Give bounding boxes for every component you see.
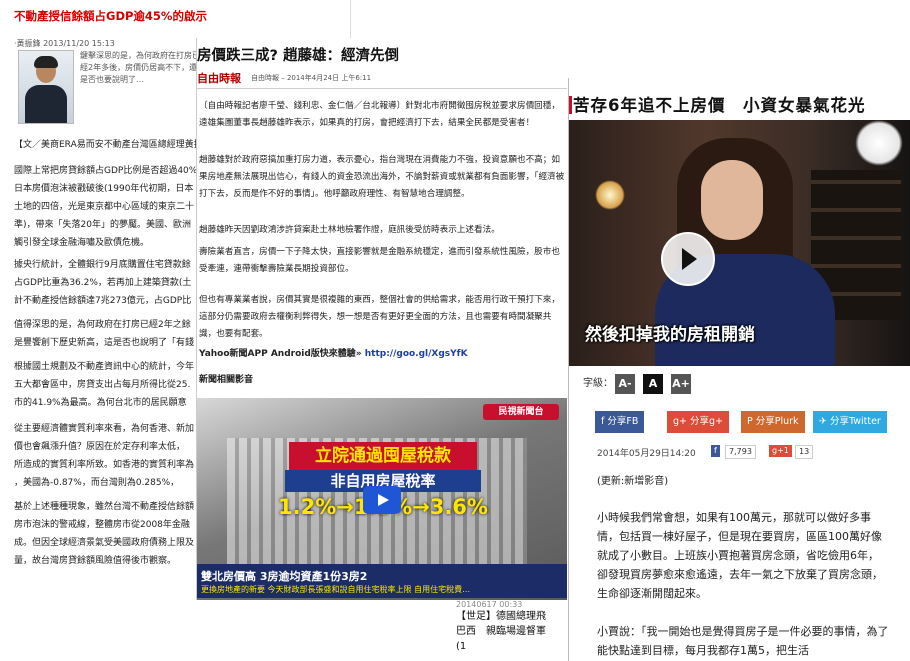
- person-face: [701, 160, 763, 240]
- gplus-icon: g+: [673, 416, 691, 427]
- left-article-meta: ·黃振鋒 2013/11/20 15:13: [14, 39, 115, 48]
- share-gplus-button[interactable]: g+ 分享g+: [667, 411, 730, 433]
- author-photo: [18, 50, 74, 124]
- font-larger-button[interactable]: A+: [671, 374, 691, 394]
- related-videos-heading: 新聞相關影音: [199, 375, 254, 385]
- fb-count-icon[interactable]: f: [711, 445, 720, 457]
- mid-article-paragraph: 〔自由時報記者廖千瑩、錢利忠、金仁偕／台北報導〕針對北市府開徵囤房稅並要求房價回…: [199, 101, 560, 128]
- source-logo: 自由時報: [197, 72, 241, 85]
- yahoo-promo-link[interactable]: http://goo.gl/XgsYfK: [365, 349, 468, 359]
- left-article-bottom: 20140617 00:33 【世足】德國總理飛 巴西 親臨場邊督軍 (1: [456, 600, 576, 661]
- ticker-headline: 雙北房價高 3房逾均資產1份3房2: [201, 570, 368, 583]
- mid-article-paragraph: 趙藤雄對於政府惡搞加重打房力道，表示憂心，指台灣現在消費能力不強，投資意願也不高…: [199, 155, 565, 199]
- right-article-panel: 苦存6年追不上房價 小資女暴氣花光 然後扣掉我的房租開銷 字級： A- A A+…: [568, 78, 910, 661]
- channel-logo: 民視新聞台: [483, 404, 559, 420]
- video-ticker: 雙北房價高 3房逾均資產1份3房2 更換房地產的新要 今天財政部長張盛和說自用住…: [197, 564, 567, 598]
- fb-count: 7,793: [725, 445, 756, 459]
- bottom-news-line3: (1: [456, 641, 467, 652]
- source-date: 自由時報 – 2014年4月24日 上午6:11: [251, 74, 372, 82]
- mid-article-headline: 房價跌三成? 趙藤雄：經濟先倒: [197, 48, 399, 64]
- font-size-label: 字級：: [583, 378, 613, 389]
- right-article-headline: 苦存6年追不上房價 小資女暴氣花光: [573, 96, 866, 115]
- right-article-paragraph: 小時候我們常會想，如果有100萬元，那就可以做好多事情，包括買一棟好屋子，但是現…: [597, 511, 883, 600]
- bottom-news-line1[interactable]: 【世足】德國總理飛: [456, 609, 576, 624]
- video-subtitle: 然後扣掉我的房租開銷: [585, 325, 755, 345]
- twitter-icon: ✈: [819, 416, 830, 427]
- font-normal-button[interactable]: A: [643, 374, 663, 394]
- divider: [197, 88, 567, 89]
- share-fb-button[interactable]: f 分享FB: [595, 411, 645, 433]
- font-smaller-button[interactable]: A-: [615, 374, 635, 394]
- lamp-decoration: [595, 180, 625, 210]
- yahoo-promo-label: Yahoo新聞APP Android版快來體驗»: [199, 349, 362, 359]
- video-caption-title: 立院通過囤屋稅款: [289, 442, 477, 470]
- mid-article-panel: 房價跌三成? 趙藤雄：經濟先倒 自由時報 自由時報 – 2014年4月24日 上…: [196, 38, 569, 600]
- mid-article-paragraph: 趙藤雄昨天因劉政鴻涉許貸案赴土林地檢署作證，庭訊後受訪時表示上述看法。: [199, 225, 500, 235]
- gplus-count-icon[interactable]: g+1: [769, 445, 792, 457]
- headline-accent: [569, 96, 572, 114]
- mid-article-paragraph: 壽險業者直言，房價一下子降太快，直接影響就是金融系統穩定，進而引發系統性風險，股…: [199, 247, 560, 274]
- flower-decoration: [855, 120, 903, 166]
- news-video[interactable]: 民視新聞台 立院通過囤屋稅款 非自用房屋稅率 1.2%→1.5%→3.6% 雙北…: [197, 398, 567, 600]
- mid-article-paragraph: 但也有專業業者說，房價其實是很複雜的東西，整個社會的供給需求，能否用行政干預打下…: [199, 295, 560, 339]
- left-article-intro: 鍵擊深思的是，為何政府在打房已經2年多後，房價仍居高不下，還是否也要說明了…: [80, 51, 200, 84]
- play-icon[interactable]: [363, 486, 401, 514]
- ticker-text: 更換房地產的新要 今天財政部長張盛和說自用住宅稅率上限 自用住宅稅費…: [201, 585, 471, 594]
- interview-video[interactable]: 然後扣掉我的房租開銷: [569, 120, 910, 366]
- share-twitter-button[interactable]: ✈ 分享Twitter: [813, 411, 887, 433]
- yahoo-promo: Yahoo新聞APP Android版快來體驗» http://goo.gl/X…: [199, 346, 468, 359]
- gplus-count: 13: [795, 445, 814, 459]
- bottom-news-line2[interactable]: 巴西 親臨場邊督軍: [456, 624, 576, 639]
- update-note: (更新:新增影音): [597, 476, 669, 487]
- left-article-title[interactable]: 不動產授信餘額占GDP逾45%的啟示: [14, 8, 207, 24]
- publish-date: 2014年05月29日14:20: [597, 449, 696, 459]
- bottom-date: 20140617 00:33: [456, 600, 523, 609]
- play-icon[interactable]: [661, 232, 715, 286]
- share-plurk-button[interactable]: P 分享Plurk: [741, 411, 805, 433]
- plurk-icon: P: [747, 416, 756, 427]
- right-article-paragraph: 小賈說：「我一開始也是覺得買房子是一件必要的事情，為了能快點達到目標，每月我都存…: [597, 625, 889, 657]
